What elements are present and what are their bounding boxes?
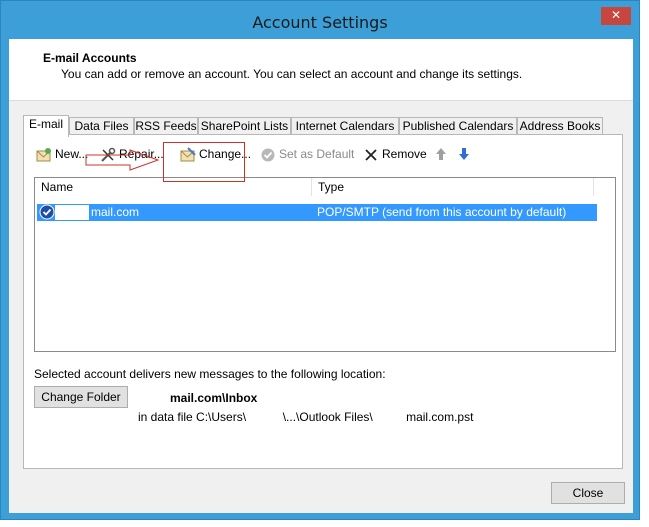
account-settings-window: Account Settings ✕ E-mail Accounts You c… — [0, 0, 640, 520]
set-as-default-label: Set as Default — [279, 147, 355, 161]
tab-email[interactable]: E-mail — [23, 115, 69, 137]
data-file-path: in data file C:\Users\ \...\Outlook File… — [138, 410, 474, 424]
move-down-arrow-icon[interactable] — [458, 147, 470, 161]
account-type: POP/SMTP (send from this account by defa… — [317, 205, 567, 219]
column-type-header[interactable]: Type — [312, 178, 594, 196]
delivery-location-label: Selected account delivers new messages t… — [34, 367, 386, 381]
tab-sharepoint-lists[interactable]: SharePoint Lists — [198, 117, 291, 135]
header-panel: E-mail Accounts You can add or remove an… — [9, 39, 633, 101]
tab-data-files[interactable]: Data Files — [69, 117, 134, 135]
change-highlight-box — [163, 142, 245, 182]
close-button[interactable]: Close — [551, 482, 625, 504]
remove-label: Remove — [382, 147, 427, 161]
section-title: E-mail Accounts — [43, 51, 137, 65]
email-tab-page: New... Repair... Change... Set as Defaul… — [23, 134, 623, 469]
redacted-name — [55, 205, 89, 220]
tab-rss-feeds[interactable]: RSS Feeds — [134, 117, 198, 135]
inbox-path: mail.com\Inbox — [170, 391, 258, 405]
annotation-arrow — [85, 149, 160, 171]
window-close-button[interactable]: ✕ — [601, 7, 631, 25]
account-name: mail.com — [91, 205, 140, 219]
tab-address-books[interactable]: Address Books — [517, 117, 603, 135]
account-row[interactable]: mail.com POP/SMTP (send from this accoun… — [37, 204, 597, 221]
window-title: Account Settings — [252, 13, 388, 32]
remove-button[interactable]: Remove — [363, 145, 427, 163]
change-folder-button[interactable]: Change Folder — [34, 386, 128, 408]
new-button[interactable]: New... — [36, 145, 88, 163]
account-list[interactable]: Name Type mail.com POP/SMTP (send from t… — [34, 177, 616, 352]
section-subtitle: You can add or remove an account. You ca… — [61, 67, 523, 81]
default-account-check-icon — [39, 204, 55, 220]
tab-published-calendars[interactable]: Published Calendars — [399, 117, 517, 135]
remove-x-icon — [365, 149, 377, 161]
check-circle-icon — [261, 148, 275, 162]
set-as-default-button[interactable]: Set as Default — [260, 145, 354, 163]
dialog-client: E-mail Accounts You can add or remove an… — [9, 39, 633, 513]
tab-internet-calendars[interactable]: Internet Calendars — [291, 117, 399, 135]
new-account-icon — [36, 147, 51, 162]
move-up-arrow-icon[interactable] — [435, 147, 447, 161]
